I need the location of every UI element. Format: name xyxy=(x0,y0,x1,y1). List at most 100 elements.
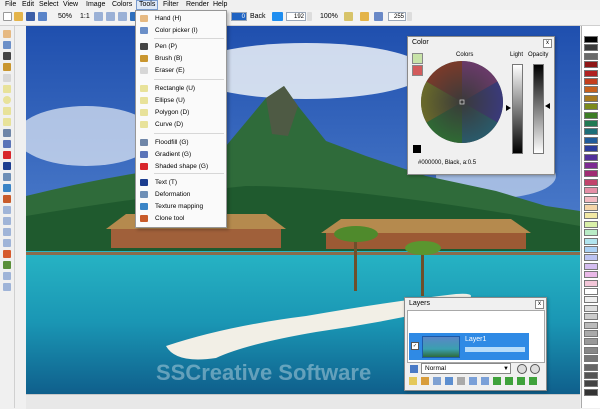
rectangle-icon[interactable] xyxy=(3,85,11,93)
zoom-level[interactable]: 50% xyxy=(58,13,72,21)
palette-swatch[interactable] xyxy=(584,254,598,262)
pen-icon[interactable] xyxy=(3,52,11,60)
palette-swatch[interactable] xyxy=(584,288,598,295)
save-icon[interactable] xyxy=(26,12,35,21)
palette-swatch[interactable] xyxy=(584,120,598,127)
opacity-slider[interactable] xyxy=(533,64,544,154)
eraser-icon[interactable] xyxy=(3,74,11,82)
palette-swatch[interactable] xyxy=(584,195,598,203)
tools-menu-item[interactable]: Eraser (E) xyxy=(136,65,226,76)
layer-properties-icon[interactable] xyxy=(529,377,537,385)
settings-icon[interactable] xyxy=(374,12,383,21)
current-color-swatch[interactable] xyxy=(413,145,421,153)
alpha-field[interactable]: 255 xyxy=(388,12,406,21)
light-arrow-icon[interactable] xyxy=(506,105,511,111)
palette-swatch[interactable] xyxy=(584,380,598,388)
back-value-field[interactable]: 192 xyxy=(286,12,306,21)
palette-swatch[interactable] xyxy=(584,44,598,52)
fore-value-field[interactable]: 0 xyxy=(231,12,247,21)
palette-swatch[interactable] xyxy=(584,145,598,153)
tools-menu-item[interactable]: Texture mapping xyxy=(136,201,226,212)
layer-visible-checkbox[interactable]: ✓ xyxy=(411,342,419,350)
zoom-minus-icon[interactable] xyxy=(517,364,527,374)
clone-tool-icon[interactable] xyxy=(3,195,11,203)
palette-swatch[interactable] xyxy=(584,170,598,178)
layer-opacity-bar[interactable] xyxy=(465,347,525,352)
back-value-spin-icon[interactable] xyxy=(307,12,312,21)
palette-swatch[interactable] xyxy=(584,388,598,396)
folder-icon[interactable] xyxy=(360,12,369,21)
palette-swatch[interactable] xyxy=(584,262,598,270)
palette-swatch[interactable] xyxy=(584,61,598,69)
palette-swatch[interactable] xyxy=(584,78,598,85)
palette-swatch[interactable] xyxy=(584,296,598,304)
palette-swatch[interactable] xyxy=(584,86,598,94)
tools-menu-item[interactable]: Shaded shape (G) xyxy=(136,161,226,172)
tools-menu-item[interactable]: Clone tool xyxy=(136,213,226,224)
color-picker-icon[interactable] xyxy=(3,41,11,49)
menu-edit[interactable]: Edit xyxy=(20,1,36,9)
shaded-shape-icon[interactable] xyxy=(3,151,11,159)
tools-menu-item[interactable]: Gradient (G) xyxy=(136,149,226,160)
palette-swatch[interactable] xyxy=(584,220,598,228)
tools-menu-item[interactable]: Deformation xyxy=(136,189,226,200)
tools-menu-item[interactable]: Floodfill (G) xyxy=(136,137,226,148)
palette-swatch[interactable] xyxy=(584,162,598,169)
layer-effects-icon[interactable] xyxy=(493,377,501,385)
layer-up-icon[interactable] xyxy=(469,377,477,385)
back-color-swatch[interactable] xyxy=(272,12,283,21)
edit-selection-icon[interactable] xyxy=(3,283,11,291)
layer-flip-icon[interactable] xyxy=(517,377,525,385)
ellipse-icon[interactable] xyxy=(3,96,11,104)
palette-swatch[interactable] xyxy=(584,229,598,237)
palette-swatch[interactable] xyxy=(584,94,598,102)
tools-menu-item[interactable]: Text (T) xyxy=(136,177,226,188)
menu-select[interactable]: Select xyxy=(37,1,60,9)
polygon-icon[interactable] xyxy=(3,107,11,115)
palette-swatch[interactable] xyxy=(584,237,598,245)
rotate-selection-icon[interactable] xyxy=(3,261,11,269)
palette-swatch[interactable] xyxy=(584,111,598,119)
zoom-out-icon[interactable] xyxy=(118,12,127,21)
tools-menu-item[interactable]: Brush (B) xyxy=(136,53,226,64)
curve-icon[interactable] xyxy=(3,118,11,126)
palette-swatch[interactable] xyxy=(584,69,598,77)
close-icon[interactable]: x xyxy=(535,300,544,309)
open-folder-icon[interactable] xyxy=(14,12,23,21)
save-as-icon[interactable] xyxy=(38,12,47,21)
palette-swatch[interactable] xyxy=(584,355,598,363)
zoom-fit-icon[interactable] xyxy=(94,12,103,21)
opacity-percent[interactable]: 100% xyxy=(320,13,338,21)
palette-swatch[interactable] xyxy=(584,178,598,186)
palette-swatch[interactable] xyxy=(584,321,598,329)
opacity-arrow-icon[interactable] xyxy=(545,103,550,109)
menu-image[interactable]: Image xyxy=(84,1,107,9)
texture-mapping-icon[interactable] xyxy=(3,184,11,192)
delete-layer-icon[interactable] xyxy=(457,377,465,385)
light-slider[interactable] xyxy=(512,64,523,154)
horizontal-scrollbar[interactable] xyxy=(26,394,580,409)
magic-wand-icon[interactable] xyxy=(3,239,11,247)
menu-filter[interactable]: Filter xyxy=(161,1,181,9)
palette-swatch[interactable] xyxy=(584,279,598,287)
palette-swatch[interactable] xyxy=(584,153,598,161)
layer-rotate-icon[interactable] xyxy=(505,377,513,385)
color-wheel[interactable] xyxy=(420,60,504,144)
layer-lock-icon[interactable] xyxy=(410,365,418,373)
alpha-spin-icon[interactable] xyxy=(407,12,412,21)
layer-icon[interactable] xyxy=(344,12,353,21)
brush-icon[interactable] xyxy=(3,63,11,71)
palette-swatch[interactable] xyxy=(584,363,598,371)
palette-swatch[interactable] xyxy=(584,372,598,379)
layer-down-icon[interactable] xyxy=(481,377,489,385)
palette-swatch[interactable] xyxy=(584,330,598,337)
palette-swatch[interactable] xyxy=(584,52,598,60)
blend-mode-select[interactable]: Normal ▼ xyxy=(421,363,511,374)
palette-swatch[interactable] xyxy=(584,204,598,211)
hand-icon[interactable] xyxy=(3,30,11,38)
select-pen-icon[interactable] xyxy=(3,272,11,280)
tools-menu-item[interactable]: Pen (P) xyxy=(136,41,226,52)
tools-menu-item[interactable]: Ellipse (U) xyxy=(136,95,226,106)
floodfill-icon[interactable] xyxy=(3,129,11,137)
open-layer-icon[interactable] xyxy=(421,377,429,385)
